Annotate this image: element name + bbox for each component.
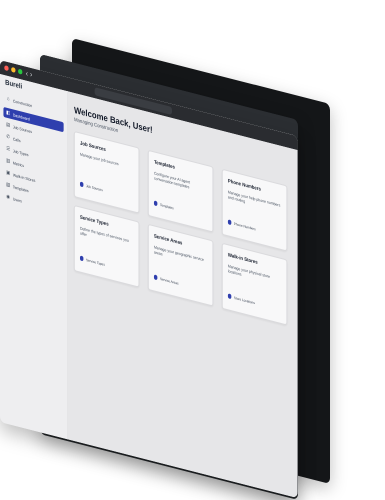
card-link[interactable]: Phone Numbers (227, 219, 256, 231)
sidebar: Bureli ⌂ Construction ◧ Dashboard ▤ Job … (0, 74, 68, 440)
sidebar-item-label: Construction (12, 97, 33, 108)
card-link-label: Service Types (86, 257, 105, 267)
card-link[interactable]: Store Locations (227, 293, 255, 305)
card-link[interactable]: Service Types (79, 255, 105, 267)
info-icon (227, 293, 232, 300)
info-icon (153, 200, 158, 207)
minimize-window-button[interactable] (11, 66, 16, 73)
sidebar-item-label: Job Sources (12, 123, 33, 134)
card-templates[interactable]: Templates Configure your AI agent conver… (147, 149, 214, 233)
card-description: Configure your AI agent conversation tem… (153, 170, 191, 190)
store-icon: ▣ (6, 169, 11, 177)
perspective-scene: ‹ › Bureli ⌂ Construction ◧ Dashboard ▤ … (0, 0, 385, 500)
app-window: ‹ › Bureli ⌂ Construction ◧ Dashboard ▤ … (0, 60, 298, 499)
card-link-label: Templates (159, 202, 174, 210)
sidebar-item-label: Templates (12, 183, 29, 193)
card-phone-numbers[interactable]: Phone Numbers Manage your help phone num… (221, 168, 288, 252)
info-icon (227, 219, 232, 226)
card-description: Manage your geographic service areas (153, 244, 204, 263)
sidebar-item-label: Walk-In Stores (12, 171, 36, 183)
card-link[interactable]: Service Areas (153, 274, 179, 286)
phone-icon: ✆ (6, 133, 10, 141)
sidebar-item-label: Dashboard (12, 111, 30, 122)
brand-logo: Bureli (5, 79, 23, 91)
card-link[interactable]: Templates (153, 200, 174, 210)
sidebar-item-label: Calls (12, 135, 21, 143)
card-description: Manage your job sources (79, 151, 119, 167)
close-window-button[interactable] (4, 65, 9, 72)
card-title: Job Sources (79, 140, 106, 154)
info-icon (79, 255, 84, 262)
card-description: Define the types of services you offer (79, 225, 129, 243)
sources-icon: ▤ (6, 121, 11, 129)
main-content: Welcome Back, User! Managing Constructio… (67, 91, 298, 499)
card-link[interactable]: Job Sources (79, 181, 103, 192)
nav-arrows-icon[interactable]: ‹ › (26, 69, 33, 80)
list-icon: ☰ (6, 145, 11, 153)
home-icon: ⌂ (6, 95, 10, 102)
card-link-label: Phone Numbers (233, 221, 256, 231)
sidebar-item-label: Metrics (12, 159, 24, 168)
card-description: Manage your help phone numbers and routi… (227, 189, 281, 208)
card-link-label: Service Areas (159, 276, 179, 286)
card-service-types[interactable]: Service Types Define the types of servic… (73, 204, 140, 288)
info-icon (153, 274, 158, 281)
card-title: Templates (153, 159, 175, 171)
card-job-sources[interactable]: Job Sources Manage your job sources Job … (73, 130, 140, 214)
dashboard-icon: ◧ (6, 109, 11, 117)
chart-icon: ▥ (6, 157, 11, 165)
users-icon: ◉ (6, 193, 11, 201)
card-link-label: Job Sources (86, 183, 103, 192)
card-service-areas[interactable]: Service Areas Manage your geographic ser… (147, 223, 214, 307)
info-icon (79, 181, 84, 188)
sidebar-item-label: Job Types (12, 147, 29, 157)
card-link-label: Store Locations (233, 295, 255, 305)
card-walk-in-stores[interactable]: Walk-in Stores Manage your physical stor… (221, 242, 288, 326)
window-controls (4, 65, 23, 75)
maximize-window-button[interactable] (18, 68, 23, 75)
card-description: Manage your physical store locations (227, 263, 270, 280)
template-icon: ▧ (6, 181, 11, 189)
sidebar-item-label: Users (12, 195, 22, 204)
